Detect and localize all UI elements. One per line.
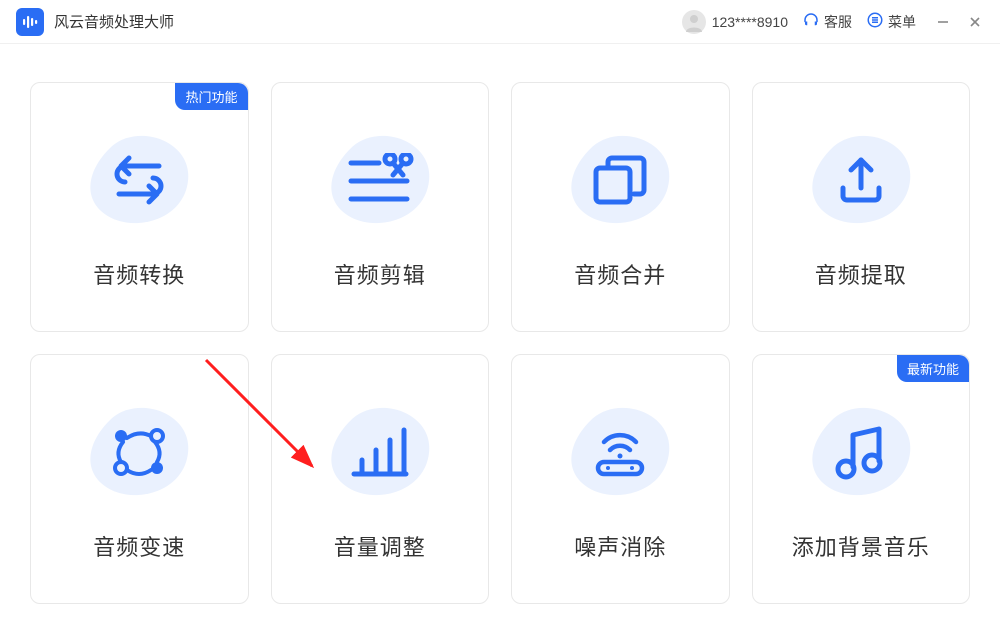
card-label: 音频提取 bbox=[815, 258, 907, 290]
badge-new: 最新功能 bbox=[897, 355, 969, 382]
upload-icon bbox=[833, 152, 889, 208]
user-avatar[interactable] bbox=[682, 10, 706, 34]
support-label: 客服 bbox=[824, 12, 852, 32]
app-logo bbox=[16, 8, 44, 36]
speed-icon bbox=[107, 422, 171, 482]
merge-icon bbox=[590, 152, 650, 208]
card-noise-remove[interactable]: 噪声消除 bbox=[511, 354, 730, 604]
card-label: 音频合并 bbox=[574, 258, 666, 290]
app-title: 风云音频处理大师 bbox=[54, 11, 174, 32]
card-label: 音频变速 bbox=[93, 530, 185, 562]
card-label: 音频剪辑 bbox=[334, 258, 426, 290]
card-audio-convert[interactable]: 热门功能 音频转换 bbox=[30, 82, 249, 332]
scissors-icon bbox=[345, 153, 415, 207]
card-label: 添加背景音乐 bbox=[792, 530, 930, 562]
card-volume-adjust[interactable]: 音量调整 bbox=[271, 354, 490, 604]
card-audio-speed[interactable]: 音频变速 bbox=[30, 354, 249, 604]
router-wave-icon bbox=[590, 424, 650, 480]
card-audio-extract[interactable]: 音频提取 bbox=[752, 82, 971, 332]
card-audio-merge[interactable]: 音频合并 bbox=[511, 82, 730, 332]
user-id[interactable]: 123****8910 bbox=[712, 14, 788, 30]
music-note-icon bbox=[833, 423, 889, 481]
card-label: 噪声消除 bbox=[574, 530, 666, 562]
headset-icon bbox=[802, 11, 820, 32]
badge-hot: 热门功能 bbox=[175, 83, 247, 110]
minimize-button[interactable] bbox=[934, 13, 952, 31]
card-audio-cut[interactable]: 音频剪辑 bbox=[271, 82, 490, 332]
menu-link[interactable]: 菜单 bbox=[866, 11, 916, 32]
close-button[interactable] bbox=[966, 13, 984, 31]
menu-list-icon bbox=[866, 11, 884, 32]
header-right: 123****8910 客服 菜单 bbox=[682, 10, 984, 34]
card-label: 音频转换 bbox=[93, 258, 185, 290]
volume-bars-icon bbox=[348, 424, 412, 480]
title-bar: 风云音频处理大师 123****8910 客服 bbox=[0, 0, 1000, 44]
card-add-bg-music[interactable]: 最新功能 添加背景音乐 bbox=[752, 354, 971, 604]
menu-label: 菜单 bbox=[888, 12, 916, 32]
support-link[interactable]: 客服 bbox=[802, 11, 852, 32]
convert-icon bbox=[107, 152, 171, 208]
feature-grid: 热门功能 音频转换 bbox=[0, 44, 1000, 634]
card-label: 音量调整 bbox=[334, 530, 426, 562]
